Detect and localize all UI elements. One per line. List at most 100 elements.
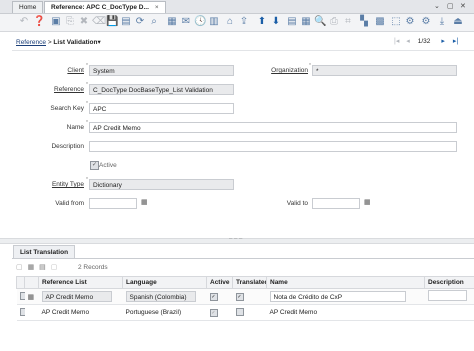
- first-record-icon[interactable]: |◂: [394, 38, 399, 45]
- translated-cell-checkbox[interactable]: ✓: [236, 293, 244, 301]
- zoom-across-icon[interactable]: ⌗: [342, 16, 354, 28]
- breadcrumb-reference-link[interactable]: Reference: [16, 39, 46, 46]
- last-record-icon[interactable]: ▸|: [453, 38, 458, 45]
- help-icon[interactable]: ❓: [33, 16, 45, 28]
- refresh-icon[interactable]: ⟳: [134, 16, 146, 28]
- row-select-checkbox[interactable]: [20, 308, 25, 316]
- language-cell[interactable]: Spanish (Colombia): [126, 291, 196, 302]
- panel-splitter[interactable]: – – –: [0, 238, 474, 244]
- entity-type-label: Entity Type: [34, 181, 84, 188]
- name-cell-input[interactable]: Nota de Crédito de CxP: [270, 291, 407, 302]
- mandatory-marker: *: [86, 63, 88, 69]
- close-window-icon[interactable]: ✕: [460, 2, 466, 10]
- up-arrow-icon[interactable]: ⬆: [256, 16, 268, 28]
- maximize-icon[interactable]: ▢: [447, 2, 454, 10]
- detail-toolbar: ▢ ▦ ▤ ▢: [16, 263, 57, 271]
- request-icon[interactable]: ▩: [374, 16, 386, 28]
- translated-cell-checkbox[interactable]: [236, 308, 244, 316]
- reference-field[interactable]: C_DocType DocBaseType_List Validation: [89, 84, 234, 95]
- edit-row-icon[interactable]: ▦: [28, 294, 35, 301]
- table-row[interactable]: ▦ AP Credit Memo Spanish (Colombia) ✓ ✓ …: [17, 289, 474, 305]
- entity-type-field[interactable]: Dictionary: [89, 179, 234, 190]
- export-icon[interactable]: ⤓: [436, 16, 448, 28]
- grid-edit-icon[interactable]: ▦: [28, 264, 35, 271]
- copy-record-icon[interactable]: ⎘: [64, 16, 76, 28]
- organization-field[interactable]: *: [312, 65, 457, 76]
- row-action-header: [25, 277, 39, 289]
- grid-delete-icon[interactable]: ▢: [51, 264, 58, 271]
- down-arrow-icon[interactable]: ⬇: [270, 16, 282, 28]
- column-header[interactable]: Description: [425, 277, 474, 289]
- history-icon[interactable]: 🕓: [194, 16, 206, 28]
- description-cell-input[interactable]: [428, 290, 468, 301]
- valid-to-input[interactable]: [312, 198, 360, 209]
- client-field[interactable]: System: [89, 65, 234, 76]
- column-header[interactable]: Reference List: [39, 277, 123, 289]
- translation-grid: Reference List Language Active Translate…: [16, 276, 474, 321]
- active-cell-checkbox[interactable]: ✓: [210, 309, 218, 317]
- column-header[interactable]: Language: [123, 277, 207, 289]
- customize-icon[interactable]: ⚙: [404, 16, 416, 28]
- report-icon[interactable]: ▤: [286, 16, 298, 28]
- tab-home-label: Home: [19, 4, 36, 11]
- tab-list-translation[interactable]: List Translation: [13, 245, 75, 259]
- tab-reference[interactable]: Reference: APC C_DocType D...×: [44, 1, 166, 13]
- lookup-icon[interactable]: ⌕: [148, 16, 160, 28]
- toolbar: ↶ ❓ ▣ ⎘ ✖ ⌫ 💾 ▤ ⟳ ⌕ ▦ ✉ 🕓 ▥ ⌂ ⇪ ⬆ ⬇ ▤ ▦ …: [0, 14, 474, 32]
- valid-to-label: Valid to: [268, 200, 308, 207]
- search-key-label: Search Key: [30, 105, 84, 112]
- breadcrumb-dropdown-icon[interactable]: ▾: [97, 39, 100, 46]
- delete-icon[interactable]: ✖: [78, 16, 90, 28]
- column-header[interactable]: Translated: [233, 277, 267, 289]
- column-header[interactable]: Active: [207, 277, 233, 289]
- calendar-icon[interactable]: ▦: [141, 198, 148, 206]
- grid-toggle-icon[interactable]: ▥: [208, 16, 220, 28]
- ignore-icon[interactable]: ↶: [18, 16, 30, 28]
- search-key-input[interactable]: APC: [89, 103, 234, 114]
- end-icon[interactable]: ⏏: [452, 16, 464, 28]
- print-preview-icon[interactable]: 🔍: [314, 16, 326, 28]
- record-count: 2 Records: [78, 264, 108, 271]
- home-icon[interactable]: ⌂: [224, 16, 236, 28]
- process-icon[interactable]: ⚙: [420, 16, 432, 28]
- previous-record-icon[interactable]: ◂: [406, 38, 410, 45]
- active-checkbox[interactable]: ✓: [90, 161, 99, 170]
- delete-selection-icon[interactable]: ⌫: [92, 16, 104, 28]
- select-all-header[interactable]: [17, 277, 25, 289]
- valid-from-input[interactable]: [89, 198, 137, 209]
- breadcrumb-current[interactable]: List Validation: [53, 39, 97, 46]
- attachment-icon[interactable]: ▦: [166, 16, 178, 28]
- name-cell[interactable]: AP Credit Memo: [267, 305, 425, 321]
- parent-record-icon[interactable]: ⇪: [238, 16, 250, 28]
- archive-icon[interactable]: ▦: [300, 16, 312, 28]
- save-new-icon[interactable]: ▤: [120, 16, 132, 28]
- save-icon[interactable]: 💾: [106, 16, 118, 28]
- table-row[interactable]: AP Credit Memo Portuguese (Brazil) ✓ AP …: [17, 305, 474, 321]
- tab-home[interactable]: Home: [12, 1, 43, 13]
- close-tab-icon[interactable]: ×: [155, 4, 159, 11]
- name-input[interactable]: AP Credit Memo: [89, 122, 457, 133]
- mandatory-marker: *: [86, 101, 88, 107]
- language-cell[interactable]: Portuguese (Brazil): [123, 305, 207, 321]
- product-info-icon[interactable]: ⬚: [390, 16, 402, 28]
- mandatory-marker: *: [86, 120, 88, 126]
- chevron-down-icon[interactable]: ⌄: [434, 2, 440, 10]
- reference-label: Reference: [36, 86, 84, 93]
- reference-list-cell[interactable]: AP Credit Memo: [42, 291, 112, 302]
- calendar-icon[interactable]: ▦: [364, 198, 371, 206]
- column-header[interactable]: Name: [267, 277, 425, 289]
- grid-new-icon[interactable]: ▢: [16, 264, 23, 271]
- client-label: Client: [40, 67, 84, 74]
- description-cell[interactable]: [425, 305, 474, 321]
- splitter-handle-icon[interactable]: – – –: [229, 236, 242, 242]
- new-record-icon[interactable]: ▣: [50, 16, 62, 28]
- row-select-checkbox[interactable]: [20, 292, 25, 300]
- chat-icon[interactable]: ✉: [180, 16, 192, 28]
- grid-toggle-icon[interactable]: ▤: [39, 264, 46, 271]
- description-input[interactable]: [89, 141, 457, 152]
- reference-list-cell[interactable]: AP Credit Memo: [39, 305, 123, 321]
- next-record-icon[interactable]: ▸: [441, 38, 445, 45]
- print-icon[interactable]: ⎙: [328, 16, 340, 28]
- active-workflows-icon[interactable]: ▚: [358, 16, 370, 28]
- active-cell-checkbox[interactable]: ✓: [210, 293, 218, 301]
